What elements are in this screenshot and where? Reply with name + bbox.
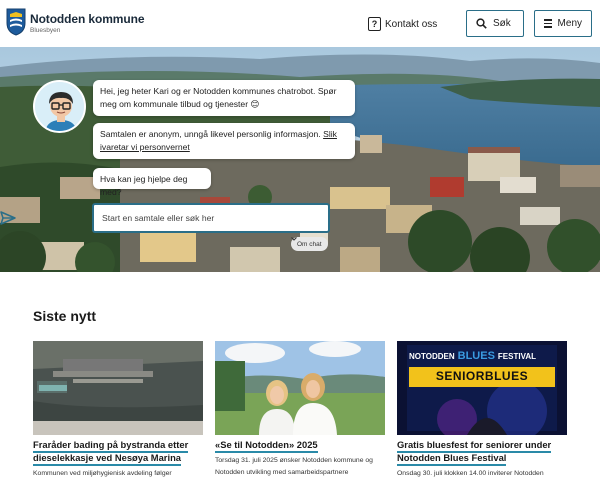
site-header: Notodden kommune Bluesbyen ? Kontakt oss… [0, 0, 600, 46]
news-description: Torsdag 31. juli 2025 ønsker Notodden ko… [215, 457, 373, 476]
news-section-title: Siste nytt [33, 308, 97, 324]
poster-festival-text: FESTIVAL [497, 351, 536, 361]
news-image-marina [33, 341, 203, 435]
poster-headline: SENIORBLUES [435, 369, 529, 383]
search-label: Søk [493, 18, 511, 29]
news-card[interactable]: «Se til Notodden» 2025 Torsdag 31. juli … [215, 341, 385, 479]
chatbot-avatar [33, 80, 86, 133]
question-icon: ? [368, 17, 381, 31]
news-card[interactable]: Fraråder bading på bystranda etter diese… [33, 341, 203, 480]
news-description: Kommunen ved miljøhygienisk avdeling føl… [33, 470, 172, 477]
about-chat-label: Om chat [297, 240, 322, 248]
chat-search-input[interactable]: Start en samtale eller søk her [92, 203, 330, 233]
news-description: Onsdag 30. juli klokken 14.00 inviterer … [397, 470, 544, 477]
poster-top-text: NOTODDEN [409, 351, 455, 361]
brand-tagline: Bluesbyen [30, 27, 61, 34]
chat-message-question: Hva kan jeg hjelpe deg med? [93, 168, 211, 197]
chat-message-text: Hei, jeg heter Kari og er Notodden kommu… [100, 86, 337, 109]
news-image-seniorblues-poster: NOTODDEN BLUES FESTIVAL SENIORBLUES [397, 341, 567, 435]
chat-message-greeting: Hei, jeg heter Kari og er Notodden kommu… [93, 80, 355, 116]
menu-label: Meny [557, 18, 582, 29]
chevron-down-icon [291, 237, 297, 241]
send-icon[interactable] [0, 210, 16, 226]
brand-name[interactable]: Notodden kommune [30, 12, 145, 26]
municipality-shield-logo[interactable] [6, 8, 26, 36]
news-title[interactable]: Fraråder bading på bystranda etter diese… [33, 438, 203, 466]
search-button[interactable]: Søk [466, 10, 524, 37]
news-card[interactable]: NOTODDEN BLUES FESTIVAL SENIORBLUES Grat… [397, 341, 567, 480]
contact-link[interactable]: ? Kontakt oss [368, 15, 437, 33]
search-icon [476, 18, 487, 29]
chat-message-privacy: Samtalen er anonym, unngå likevel person… [93, 123, 355, 159]
contact-label: Kontakt oss [385, 18, 438, 30]
about-chat-button[interactable]: Om chat [291, 237, 328, 251]
menu-button[interactable]: Meny [534, 10, 592, 37]
hero-banner: Hei, jeg heter Kari og er Notodden kommu… [0, 47, 600, 272]
news-title[interactable]: Gratis bluesfest for seniorer under Noto… [397, 438, 567, 466]
menu-icon [544, 19, 552, 28]
chat-input-placeholder: Start en samtale eller søk her [102, 213, 215, 223]
poster-blues-text: BLUES [457, 350, 495, 362]
news-title[interactable]: «Se til Notodden» 2025 [215, 438, 385, 453]
news-image-two-women [215, 341, 385, 435]
chat-message-text: Samtalen er anonym, unngå likevel person… [100, 129, 321, 139]
